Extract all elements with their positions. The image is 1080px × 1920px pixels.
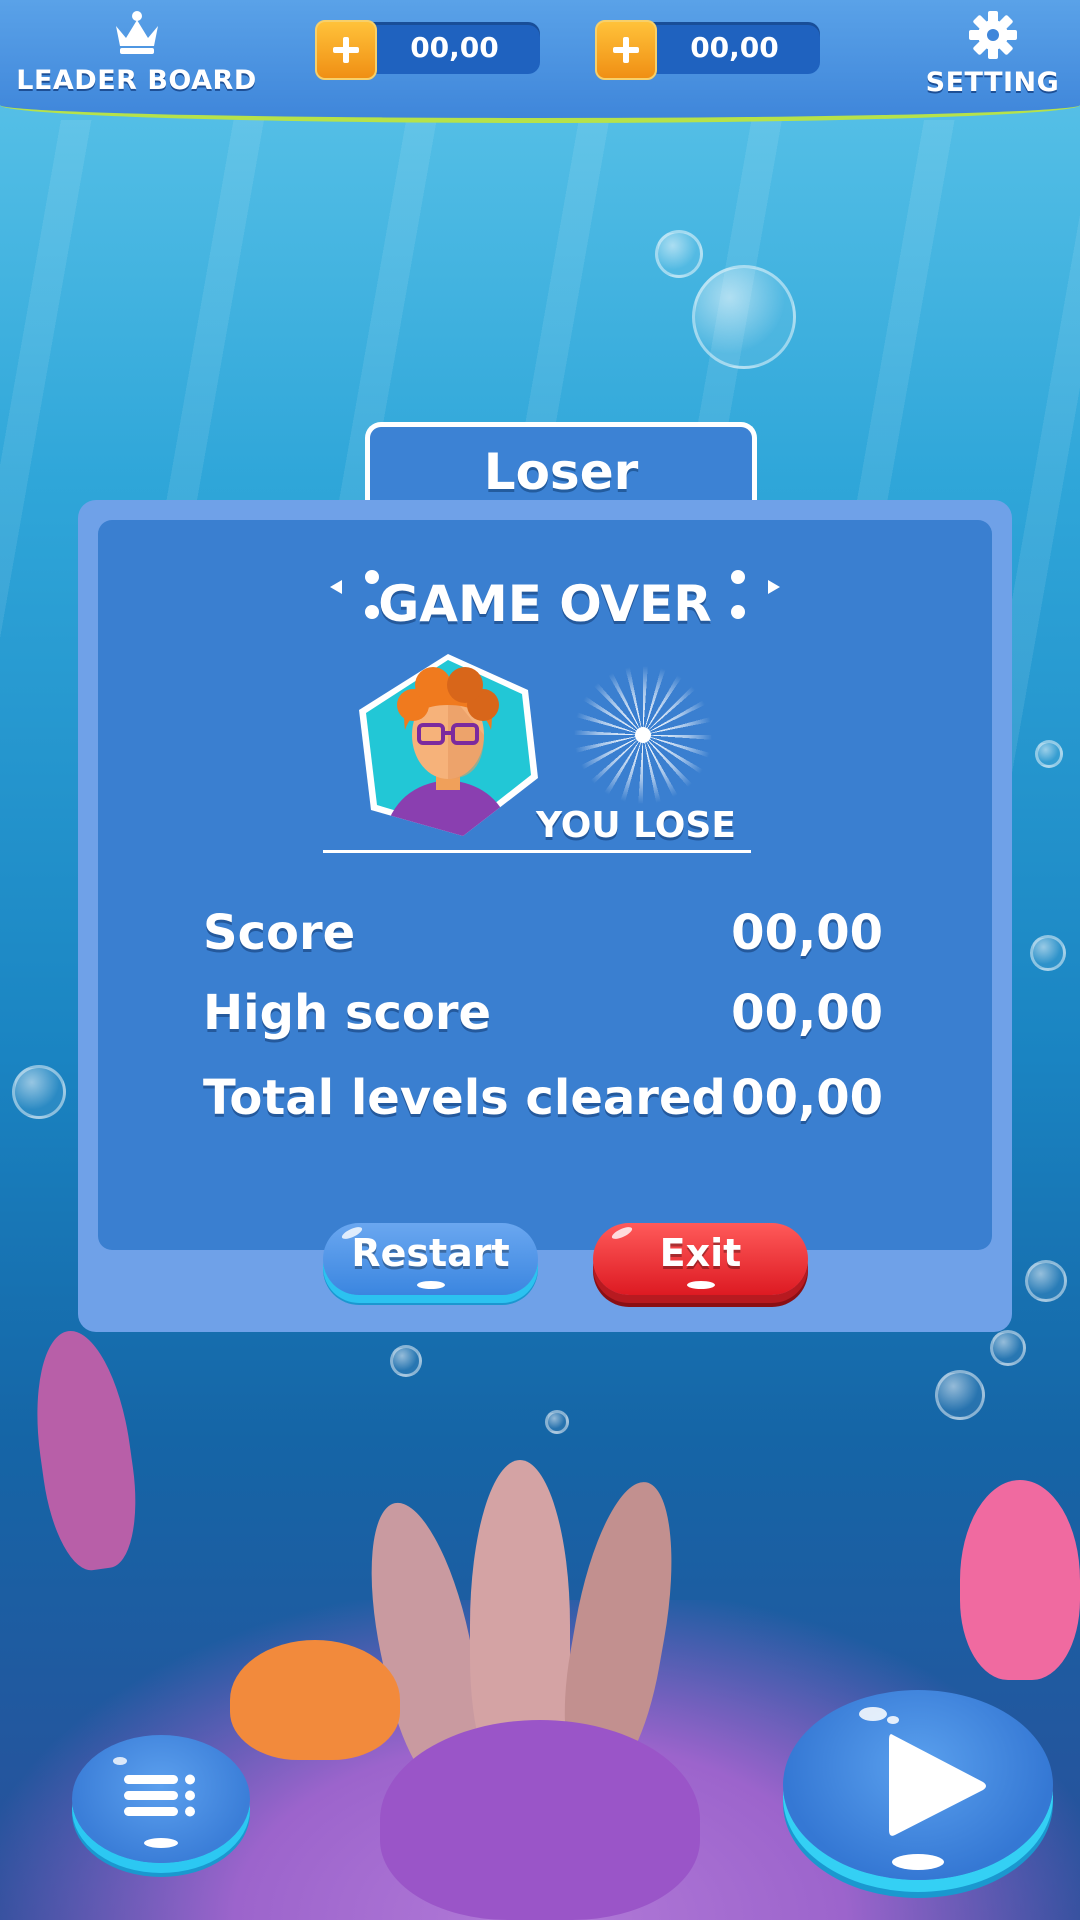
- coral: [380, 1720, 700, 1920]
- crown-icon: [115, 11, 158, 54]
- bubble: [692, 265, 796, 369]
- bubble: [655, 230, 703, 278]
- bubble: [1025, 1260, 1067, 1302]
- decor-dot: [731, 605, 745, 619]
- game-over-heading: GAME OVER: [378, 575, 712, 633]
- exit-label: Exit: [659, 1231, 742, 1275]
- coral: [230, 1640, 400, 1760]
- bubble: [12, 1065, 66, 1119]
- coral: [960, 1480, 1080, 1680]
- stat-value: 00,00: [731, 1070, 883, 1126]
- bubble: [1030, 935, 1066, 971]
- player-avatar: [359, 654, 538, 836]
- bubble: [990, 1330, 1026, 1366]
- currency-counter-2: 00,00: [595, 20, 820, 80]
- decor-dot: [365, 570, 379, 584]
- result-text: YOU LOSE: [536, 805, 736, 846]
- play-button[interactable]: [783, 1690, 1053, 1880]
- bubble: [545, 1410, 569, 1434]
- play-icon: [859, 1707, 986, 1870]
- plus-icon[interactable]: [315, 20, 377, 80]
- button-shine: [610, 1224, 634, 1242]
- menu-button[interactable]: [72, 1735, 250, 1863]
- gear-icon: [968, 11, 1017, 59]
- leaderboard-label: LEADER BOARD: [16, 65, 257, 96]
- leaderboard-button[interactable]: LEADER BOARD: [14, 10, 259, 96]
- bubble: [1035, 740, 1063, 768]
- restart-button[interactable]: Restart: [323, 1223, 538, 1295]
- decor-dot: [365, 605, 379, 619]
- bubble: [935, 1370, 985, 1420]
- game-over-dialog: GAME OVER YOU LOSE Score 00,00 High scor…: [78, 500, 1012, 1332]
- stat-value: 00,00: [731, 985, 883, 1041]
- dialog-body: GAME OVER YOU LOSE Score 00,00 High scor…: [98, 520, 992, 1295]
- menu-list-icon: [113, 1757, 195, 1848]
- button-highlight: [686, 1281, 715, 1289]
- arrow-left-icon: [330, 580, 342, 594]
- divider: [323, 850, 751, 853]
- bubble: [390, 1345, 422, 1377]
- stat-label: Score: [203, 905, 356, 961]
- restart-label: Restart: [351, 1231, 510, 1275]
- currency-value-1: 00,00: [410, 31, 499, 64]
- currency-value-2: 00,00: [690, 31, 779, 64]
- button-highlight: [416, 1281, 445, 1289]
- stat-label: Total levels cleared: [203, 1070, 726, 1126]
- stat-value: 00,00: [731, 905, 883, 961]
- stat-label: High score: [203, 985, 492, 1041]
- top-bar: LEADER BOARD 00,00 00,00 SETTING: [0, 0, 1080, 123]
- exit-button[interactable]: Exit: [593, 1223, 808, 1295]
- sparkle-core: [635, 727, 651, 743]
- setting-button[interactable]: SETTING: [915, 10, 1070, 98]
- decor-dot: [731, 570, 745, 584]
- setting-label: SETTING: [925, 67, 1060, 98]
- currency-counter-1: 00,00: [315, 20, 540, 80]
- coral: [23, 1324, 147, 1576]
- arrow-right-icon: [768, 580, 780, 594]
- plus-icon[interactable]: [595, 20, 657, 80]
